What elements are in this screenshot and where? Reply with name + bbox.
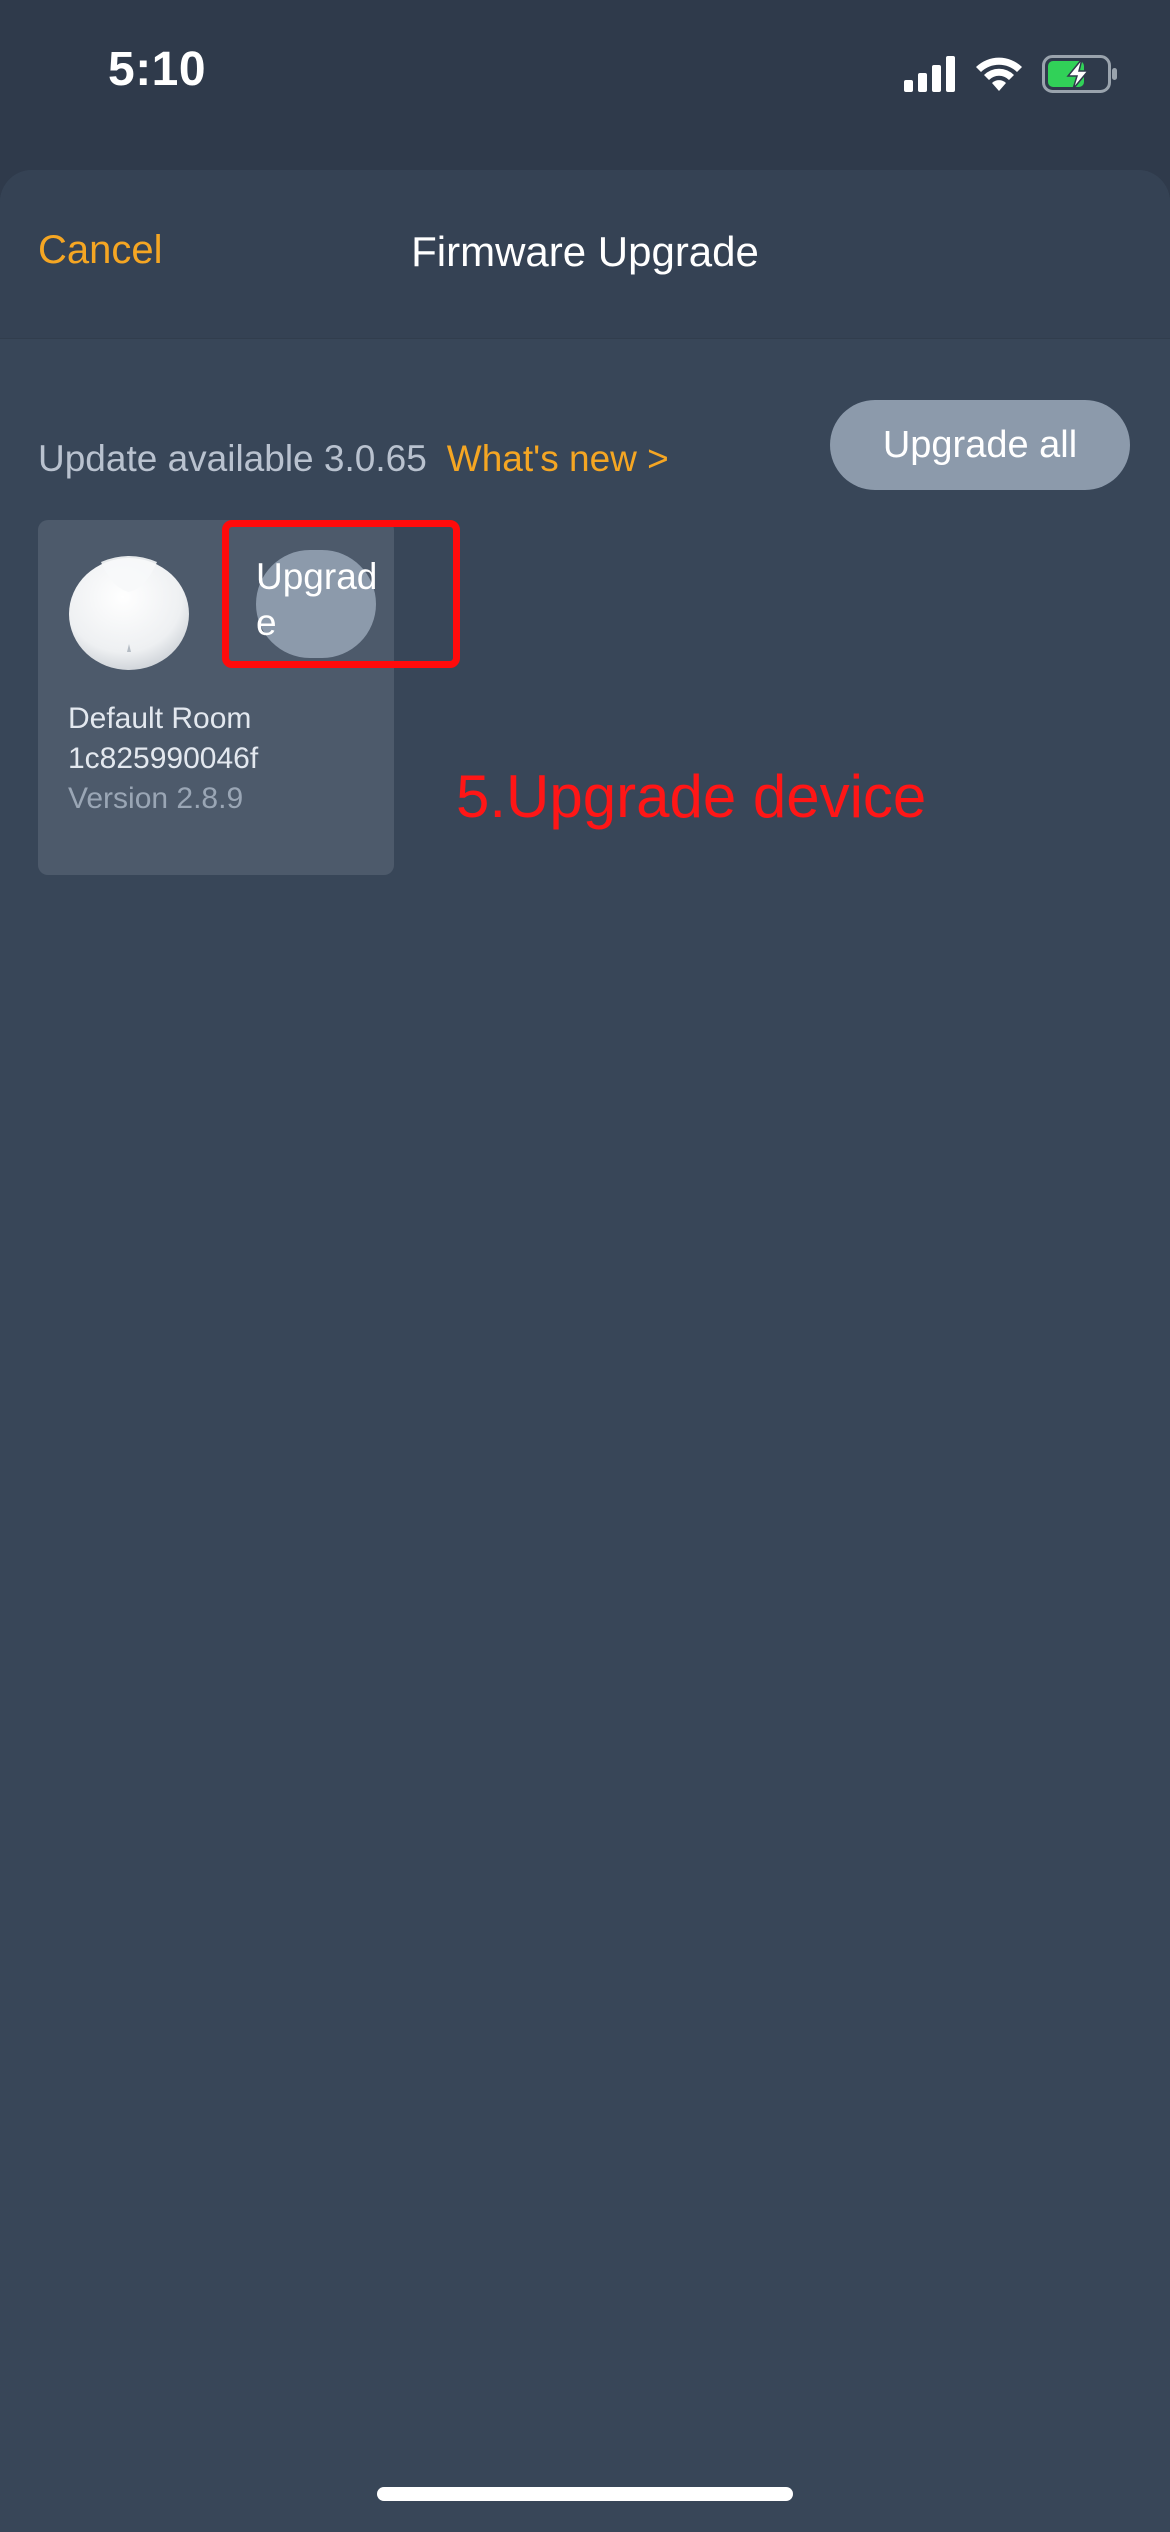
status-icons <box>904 52 1118 100</box>
annotation-highlight-box <box>222 520 460 668</box>
annotation-label: 5.Upgrade device <box>456 763 927 830</box>
signal-icon <box>904 55 956 97</box>
device-version: Version 2.8.9 <box>68 782 244 815</box>
update-available-text: Update available 3.0.65 <box>38 438 427 479</box>
status-time: 5:10 <box>108 43 207 96</box>
home-indicator[interactable] <box>377 2487 793 2501</box>
update-available-row: Update available 3.0.65 What's new > <box>38 438 669 480</box>
wifi-icon <box>974 55 1024 98</box>
device-room: Default Room <box>68 702 252 735</box>
upgrade-all-button[interactable]: Upgrade all <box>830 400 1130 490</box>
firmware-upgrade-sheet: Cancel Firmware Upgrade Update available… <box>0 170 1170 2532</box>
device-id: 1c825990046f <box>68 742 259 775</box>
battery-charging-icon <box>1042 54 1118 98</box>
device-image <box>66 548 192 672</box>
screen: 5:10 Cancel Firmware Upgrade Update avai… <box>0 0 1170 2532</box>
status-bar: 5:10 <box>0 0 1170 160</box>
nav-bar: Cancel Firmware Upgrade <box>0 170 1170 339</box>
page-title: Firmware Upgrade <box>411 228 759 275</box>
whats-new-link[interactable]: What's new > <box>447 438 669 480</box>
